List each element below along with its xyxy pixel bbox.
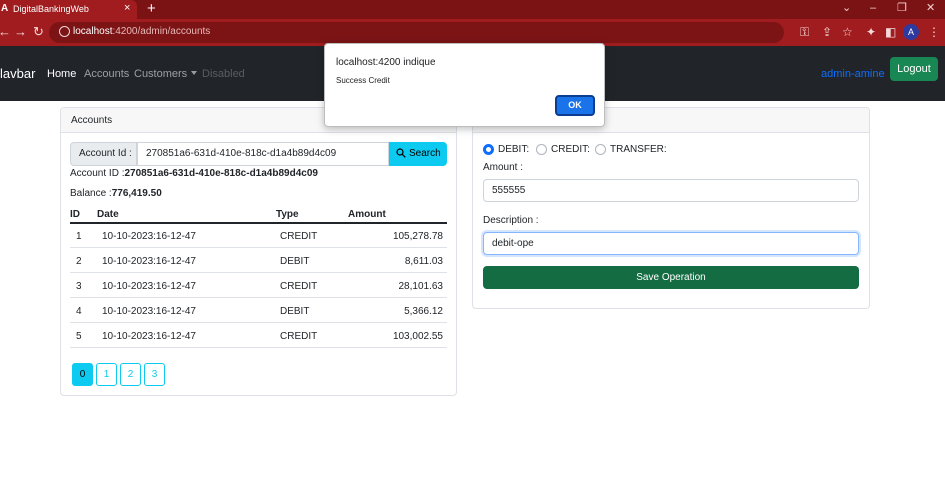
cell-date: 10-10-2023:16-12-47 [102, 306, 196, 317]
table-row: 1 10-10-2023:16-12-47 CREDIT 105,278.78 [70, 223, 447, 248]
balance-info: Balance :776,419.50 [70, 188, 162, 199]
key-icon[interactable]: ⚿ [800, 24, 809, 40]
radio-credit[interactable] [536, 144, 547, 155]
extensions-icon[interactable]: ✦ [866, 24, 876, 40]
alert-dialog: localhost:4200 indique Success Credit OK [324, 43, 605, 127]
cell-id: 1 [76, 231, 82, 242]
accounts-card-title: Accounts [71, 115, 113, 126]
col-header-id: ID [70, 209, 80, 220]
col-header-amount: Amount [348, 209, 386, 220]
radio-transfer[interactable] [595, 144, 606, 155]
cell-amount: 28,101.63 [398, 281, 444, 292]
account-id-label: Account Id : [70, 142, 137, 166]
angular-favicon-icon: A [1, 3, 9, 14]
close-icon[interactable]: ✕ [926, 1, 935, 15]
cell-type: DEBIT [280, 256, 310, 267]
description-input[interactable]: debit-ope [483, 232, 859, 255]
nav-customers-dropdown[interactable]: Customers [134, 67, 198, 81]
cell-amount: 103,002.55 [392, 331, 443, 342]
star-icon[interactable]: ☆ [842, 24, 853, 40]
tab-title: DigitalBankingWeb [13, 4, 89, 14]
cell-id: 2 [76, 256, 82, 267]
col-header-date: Date [97, 209, 119, 220]
plus-icon[interactable]: + [147, 0, 156, 18]
address-bar[interactable]: localhost:4200/admin/accounts [49, 22, 784, 43]
menu-icon[interactable]: ⋮ [928, 24, 940, 40]
cell-id: 4 [76, 306, 82, 317]
logout-button[interactable]: Logout [890, 57, 938, 81]
info-icon[interactable] [59, 26, 70, 37]
minimize-icon[interactable]: – [870, 1, 876, 15]
dialog-title: localhost:4200 indique [336, 57, 436, 68]
cell-type: CREDIT [280, 331, 318, 342]
col-header-type: Type [276, 209, 299, 220]
page-button-0[interactable]: 0 [72, 363, 93, 386]
search-button-label: Search [409, 148, 441, 159]
table-row: 5 10-10-2023:16-12-47 CREDIT 103,002.55 [70, 323, 447, 348]
search-button[interactable]: Search [389, 142, 447, 166]
navbar-brand[interactable]: lavbar [0, 66, 35, 82]
account-id-info: Account ID :270851a6-631d-410e-818c-d1a4… [70, 168, 318, 179]
account-id-input[interactable]: 270851a6-631d-410e-818c-d1a4b89d4c09 [137, 142, 389, 166]
forward-icon[interactable]: → [14, 24, 27, 40]
cell-id: 3 [76, 281, 82, 292]
nav-home[interactable]: Home [47, 67, 76, 81]
current-user[interactable]: admin-amine [821, 67, 885, 81]
nav-disabled: Disabled [202, 68, 245, 80]
browser-tab[interactable]: A DigitalBankingWeb × [0, 0, 137, 19]
share-icon[interactable]: ⇪ [822, 24, 832, 40]
close-icon[interactable]: × [124, 2, 130, 15]
cell-type: DEBIT [280, 306, 310, 317]
table-row: 4 10-10-2023:16-12-47 DEBIT 5,366.12 [70, 298, 447, 323]
radio-transfer-label: TRANSFER: [610, 144, 667, 155]
radio-credit-label: CREDIT: [551, 144, 590, 155]
browser-tab-strip: A DigitalBankingWeb × + ⌄ – ❐ ✕ [0, 0, 945, 19]
back-icon[interactable]: ← [0, 24, 11, 40]
table-row: 2 10-10-2023:16-12-47 DEBIT 8,611.03 [70, 248, 447, 273]
reload-icon[interactable]: ↻ [33, 24, 44, 40]
dialog-message: Success Credit [336, 76, 390, 85]
description-label: Description : [483, 215, 539, 226]
cell-amount: 8,611.03 [404, 256, 443, 267]
search-icon [396, 148, 406, 158]
profile-avatar[interactable]: A [903, 24, 919, 40]
amount-label: Amount : [483, 162, 524, 173]
nav-accounts[interactable]: Accounts [84, 67, 129, 81]
table-row: 3 10-10-2023:16-12-47 CREDIT 28,101.63 [70, 273, 447, 298]
chevron-down-icon[interactable]: ⌄ [842, 1, 851, 15]
radio-debit-label: DEBIT: [498, 144, 530, 155]
cell-date: 10-10-2023:16-12-47 [102, 281, 196, 292]
amount-input[interactable]: 555555 [483, 179, 859, 202]
save-operation-button[interactable]: Save Operation [483, 266, 859, 289]
cell-amount: 5,366.12 [404, 306, 443, 317]
page-button-3[interactable]: 3 [144, 363, 165, 386]
cell-date: 10-10-2023:16-12-47 [102, 231, 196, 242]
cell-type: CREDIT [280, 231, 318, 242]
radio-debit[interactable] [483, 144, 494, 155]
sidepanel-icon[interactable]: ◧ [885, 24, 896, 40]
cell-type: CREDIT [280, 281, 318, 292]
caret-down-icon [191, 71, 198, 75]
dialog-ok-button[interactable]: OK [555, 95, 595, 116]
maximize-icon[interactable]: ❐ [897, 1, 907, 15]
cell-date: 10-10-2023:16-12-47 [102, 256, 196, 267]
page-button-2[interactable]: 2 [120, 363, 141, 386]
cell-date: 10-10-2023:16-12-47 [102, 331, 196, 342]
cell-id: 5 [76, 331, 82, 342]
cell-amount: 105,278.78 [392, 231, 443, 242]
url-text: localhost:4200/admin/accounts [73, 26, 211, 37]
page-button-1[interactable]: 1 [96, 363, 117, 386]
